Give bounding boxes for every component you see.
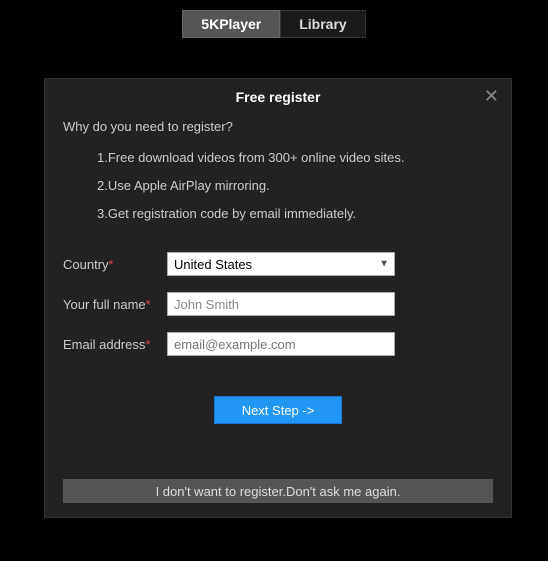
benefit-item: 2.Use Apple AirPlay mirroring.: [63, 172, 493, 200]
register-dialog: Free register ✕ Why do you need to regis…: [44, 78, 512, 518]
tab-5kplayer[interactable]: 5KPlayer: [182, 10, 280, 38]
fullname-input[interactable]: [167, 292, 395, 316]
benefit-item: 3.Get registration code by email immedia…: [63, 200, 493, 228]
tab-library[interactable]: Library: [280, 10, 365, 38]
country-select[interactable]: United States: [167, 252, 395, 276]
email-label: Email address*: [63, 337, 167, 352]
close-icon[interactable]: ✕: [484, 87, 499, 105]
dialog-title: Free register: [236, 89, 321, 105]
why-heading: Why do you need to register?: [63, 119, 493, 134]
benefit-item: 1.Free download videos from 300+ online …: [63, 144, 493, 172]
fullname-label: Your full name*: [63, 297, 167, 312]
next-step-button[interactable]: Next Step ->: [214, 396, 342, 424]
skip-register-button[interactable]: I don't want to register.Don't ask me ag…: [63, 479, 493, 503]
email-input[interactable]: [167, 332, 395, 356]
country-label: Country*: [63, 257, 167, 272]
